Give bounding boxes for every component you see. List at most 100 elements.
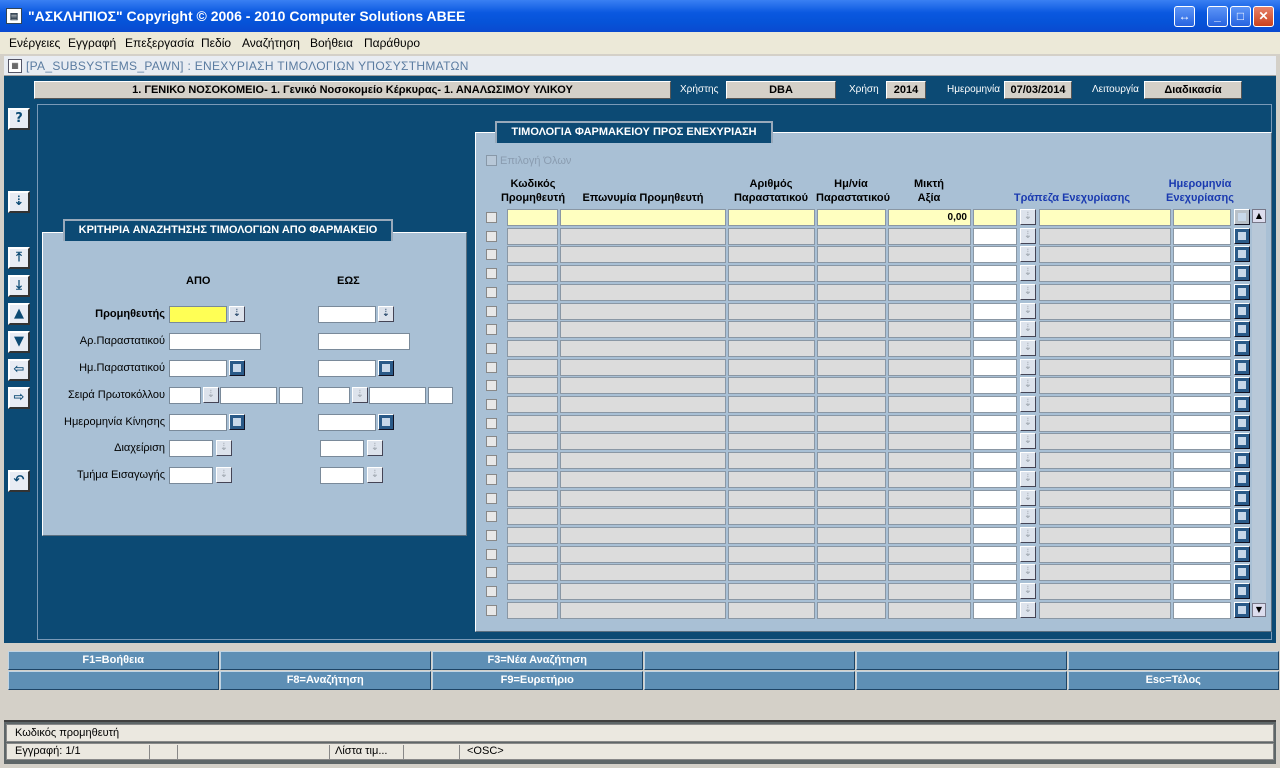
lov-down-icon[interactable]: ⇣ bbox=[1020, 302, 1036, 319]
cell-name[interactable] bbox=[560, 414, 726, 432]
calendar-icon[interactable] bbox=[1234, 302, 1250, 319]
lov-down-icon[interactable]: ⇣ bbox=[1020, 377, 1036, 394]
row-select-checkbox[interactable] bbox=[486, 399, 497, 410]
lov-down-icon[interactable]: ⇣ bbox=[1020, 433, 1036, 450]
cell-bank-code[interactable] bbox=[973, 508, 1017, 526]
row-select-checkbox[interactable] bbox=[486, 268, 497, 280]
cell-code[interactable] bbox=[507, 470, 558, 488]
calendar-icon[interactable] bbox=[1234, 321, 1250, 338]
cell-code[interactable] bbox=[507, 583, 558, 600]
cell-code[interactable] bbox=[507, 209, 558, 226]
cell-docnum[interactable] bbox=[728, 564, 815, 582]
cell-name[interactable] bbox=[560, 246, 726, 264]
row-select-checkbox[interactable] bbox=[486, 548, 497, 560]
row-select-checkbox[interactable] bbox=[486, 492, 497, 504]
management-from-input[interactable] bbox=[169, 440, 213, 457]
cell-code[interactable] bbox=[507, 452, 558, 470]
cell-code[interactable] bbox=[507, 246, 558, 264]
cell-bank-name[interactable] bbox=[1039, 414, 1171, 432]
cell-bank-name[interactable] bbox=[1039, 358, 1171, 376]
cell-name[interactable] bbox=[560, 564, 726, 582]
cell-docdate[interactable] bbox=[817, 601, 886, 619]
cell-pawn-date[interactable] bbox=[1173, 396, 1231, 413]
cell-pawn-date[interactable] bbox=[1173, 321, 1231, 339]
cell-name[interactable] bbox=[560, 433, 726, 451]
row-select-checkbox[interactable] bbox=[486, 342, 497, 354]
cell-name[interactable] bbox=[560, 396, 726, 413]
cell-bank-code[interactable] bbox=[973, 396, 1017, 413]
cell-gross[interactable] bbox=[888, 265, 971, 283]
cell-bank-code[interactable] bbox=[973, 265, 1017, 283]
cell-name[interactable] bbox=[560, 358, 726, 376]
cell-bank-code[interactable] bbox=[973, 227, 1017, 245]
movement-date-from-input[interactable] bbox=[169, 414, 227, 431]
cell-code[interactable] bbox=[507, 358, 558, 376]
calendar-icon[interactable] bbox=[1234, 227, 1250, 244]
row-select-checkbox[interactable] bbox=[486, 455, 497, 467]
cell-docnum[interactable] bbox=[728, 283, 815, 301]
function-key-button[interactable]: F8=Αναζήτηση bbox=[220, 671, 431, 690]
lov-down-icon[interactable]: ⇣ bbox=[378, 306, 394, 322]
cell-pawn-date[interactable] bbox=[1173, 283, 1231, 301]
cell-code[interactable] bbox=[507, 545, 558, 563]
cell-docnum[interactable] bbox=[728, 358, 815, 376]
cell-bank-code[interactable] bbox=[973, 339, 1017, 357]
lov-down-icon[interactable]: ⇣ bbox=[216, 467, 232, 483]
doc-number-to-input[interactable] bbox=[318, 333, 410, 350]
cell-docnum[interactable] bbox=[728, 433, 815, 451]
calendar-icon[interactable] bbox=[1234, 583, 1250, 599]
function-key-button[interactable] bbox=[856, 671, 1067, 690]
cell-bank-code[interactable] bbox=[973, 470, 1017, 488]
supplier-to-input[interactable] bbox=[318, 306, 376, 323]
cell-code[interactable] bbox=[507, 433, 558, 451]
function-key-button[interactable]: F9=Ευρετήριο bbox=[432, 671, 643, 690]
lov-down-icon[interactable]: ⇣ bbox=[1020, 339, 1036, 356]
cell-code[interactable] bbox=[507, 377, 558, 395]
next-record-icon[interactable]: ▼ bbox=[8, 331, 30, 353]
cell-code[interactable] bbox=[507, 601, 558, 619]
cell-pawn-date[interactable] bbox=[1173, 583, 1231, 600]
cell-bank-name[interactable] bbox=[1039, 508, 1171, 526]
cell-code[interactable] bbox=[507, 508, 558, 526]
cell-pawn-date[interactable] bbox=[1173, 545, 1231, 563]
cell-gross[interactable] bbox=[888, 358, 971, 376]
cell-docnum[interactable] bbox=[728, 265, 815, 283]
function-key-button[interactable] bbox=[856, 651, 1067, 670]
cell-pawn-date[interactable] bbox=[1173, 358, 1231, 376]
cell-bank-code[interactable] bbox=[973, 302, 1017, 320]
cell-docdate[interactable] bbox=[817, 227, 886, 245]
cell-bank-name[interactable] bbox=[1039, 227, 1171, 245]
lov-down-icon[interactable]: ⇣ bbox=[1020, 508, 1036, 525]
cell-bank-name[interactable] bbox=[1039, 209, 1171, 226]
cell-bank-code[interactable] bbox=[973, 358, 1017, 376]
lov-down-icon[interactable]: ⇣ bbox=[1020, 246, 1036, 263]
cell-name[interactable] bbox=[560, 227, 726, 245]
cell-gross[interactable] bbox=[888, 564, 971, 582]
cell-docnum[interactable] bbox=[728, 246, 815, 264]
cell-pawn-date[interactable] bbox=[1173, 526, 1231, 544]
cell-gross[interactable] bbox=[888, 545, 971, 563]
import-dept-to-input[interactable] bbox=[320, 467, 364, 484]
function-key-button[interactable] bbox=[1068, 651, 1279, 670]
cell-docnum[interactable] bbox=[728, 545, 815, 563]
calendar-icon[interactable] bbox=[1234, 209, 1250, 225]
cell-name[interactable] bbox=[560, 452, 726, 470]
cell-bank-name[interactable] bbox=[1039, 452, 1171, 470]
cell-code[interactable] bbox=[507, 489, 558, 507]
calendar-icon[interactable] bbox=[1234, 283, 1250, 300]
calendar-icon[interactable] bbox=[1234, 396, 1250, 412]
lov-down-icon[interactable]: ⇣ bbox=[1020, 396, 1036, 412]
row-select-checkbox[interactable] bbox=[486, 436, 497, 448]
cell-bank-name[interactable] bbox=[1039, 302, 1171, 320]
cell-docdate[interactable] bbox=[817, 246, 886, 264]
cell-bank-code[interactable] bbox=[973, 452, 1017, 470]
cell-docnum[interactable] bbox=[728, 470, 815, 488]
cell-gross[interactable] bbox=[888, 339, 971, 357]
prev-record-icon[interactable]: ▲ bbox=[8, 303, 30, 325]
protocol-number-from-input[interactable] bbox=[220, 387, 277, 404]
cell-bank-name[interactable] bbox=[1039, 377, 1171, 395]
cell-docnum[interactable] bbox=[728, 209, 815, 226]
cell-bank-code[interactable] bbox=[973, 545, 1017, 563]
close-icon[interactable]: ✕ bbox=[1253, 6, 1274, 27]
cell-name[interactable] bbox=[560, 339, 726, 357]
